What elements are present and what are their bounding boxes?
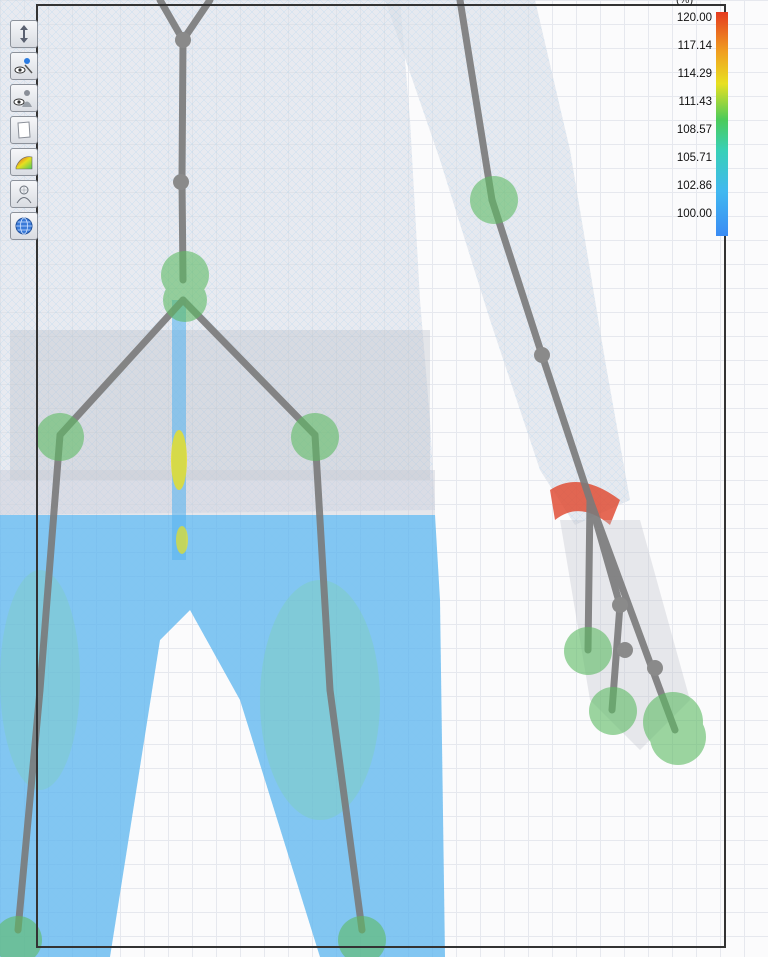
legend-tick: 100.00 [676,208,712,220]
visibility-avatar-icon [13,90,32,107]
joint-marker-ring[interactable] [650,709,706,765]
legend-tick: 120.00 [676,12,712,24]
legend-tick: 102.86 [676,180,712,192]
shirt-hem-shadow [10,330,430,480]
joint-marker-left-hip[interactable] [36,413,84,461]
3d-viewport[interactable]: (%) 120.00 117.14 114.29 111.43 108.57 1… [0,0,768,957]
trousers [0,515,445,957]
paper-tool-button[interactable] [10,116,38,144]
joint-marker-right-hip[interactable] [291,413,339,461]
pressure-legend: (%) 120.00 117.14 114.29 111.43 108.57 1… [656,0,736,240]
legend-tick: 108.57 [676,124,712,136]
visibility-pointer-button[interactable] [10,52,38,80]
joint-marker-elbow[interactable] [470,176,518,224]
legend-color-bar [716,12,728,236]
paper-sheet-icon [17,121,31,139]
avatar-scene[interactable] [0,0,768,957]
spine-pressure-line [171,300,188,560]
heatmap-button[interactable] [10,148,38,176]
legend-tick: 117.14 [677,40,712,52]
avatar-grid-button[interactable] [10,180,38,208]
legend-tick: 105.71 [676,152,712,164]
globe-view-button[interactable] [10,212,38,240]
view-toolbar [10,20,42,240]
move-tool-button[interactable] [10,20,38,48]
joint-marker-index[interactable] [589,687,637,735]
joint-marker-thumb[interactable] [564,627,612,675]
globe-view-icon [15,217,33,235]
legend-unit: (%) [676,0,694,6]
heatmap-map-icon [15,156,33,170]
visibility-avatar-button[interactable] [10,84,38,112]
joint-marker-spine[interactable] [163,278,207,322]
visibility-pointer-icon [14,58,33,74]
move-arrows-icon [20,25,28,43]
legend-tick: 111.43 [678,96,712,108]
legend-tick: 114.29 [677,68,712,80]
avatar-grid-icon [16,185,32,204]
shirt-hem [0,470,435,515]
